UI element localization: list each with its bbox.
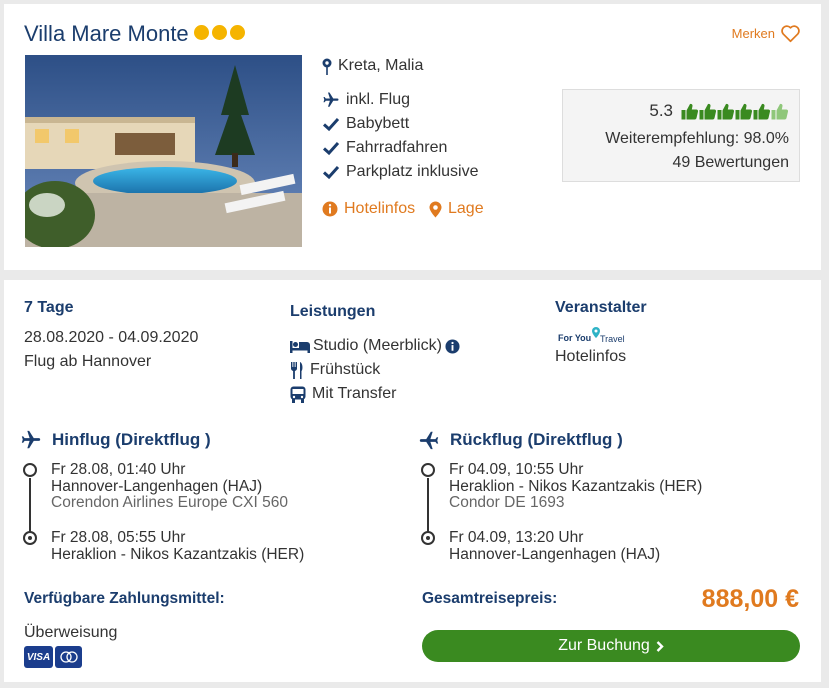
- service-label: Mit Transfer: [312, 385, 397, 402]
- inbound-airline: Condor DE 1693: [449, 494, 565, 511]
- heart-icon: [781, 25, 800, 43]
- inbound-departure: Fr 04.09, 10:55 Uhr Heraklion - Nikos Ka…: [449, 461, 703, 512]
- merken-button[interactable]: Merken: [732, 24, 801, 43]
- service-board: Frühstück: [290, 361, 380, 379]
- plane-icon: [419, 431, 439, 450]
- total-label: Gesamtreisepreis:: [422, 590, 558, 607]
- duration: 7 Tage: [24, 299, 74, 316]
- arrival-marker-icon: [421, 531, 435, 545]
- inbound-dep-airport: Heraklion - Nikos Kazantzakis (HER): [449, 477, 703, 495]
- feature-label: Parkplatz inklusive: [346, 163, 479, 180]
- thumbs-up-icon: [753, 103, 771, 120]
- chevron-right-icon: [656, 640, 664, 652]
- info-circle-icon[interactable]: [445, 338, 460, 354]
- thumbs-up-icon: [735, 103, 753, 120]
- rating-score-row: 5.3: [649, 101, 789, 121]
- outbound-timeline: [29, 478, 31, 532]
- inbound-title-label: Rückflug (Direktflug ): [450, 430, 623, 449]
- departure-marker-icon: [23, 463, 37, 477]
- outbound-arr-time: Fr 28.08, 05:55 Uhr: [51, 529, 186, 546]
- total-price: 888,00 €: [701, 585, 799, 613]
- feature-label: inkl. Flug: [346, 91, 411, 108]
- svg-text:For You: For You: [558, 333, 591, 343]
- visa-card-icon: VISA: [24, 646, 53, 668]
- operator-hotelinfos-link[interactable]: Hotelinfos: [555, 348, 626, 366]
- outbound-dep-airport: Hannover-Langenhagen (HAJ): [51, 477, 263, 495]
- hotel-card: Villa Mare Monte Merken Kreta, Malia ink…: [4, 4, 821, 270]
- payment-heading: Verfügbare Zahlungsmittel:: [24, 590, 225, 607]
- thumbs-up-icon: [681, 103, 699, 120]
- recommendation-rate: Weiterempfehlung: 98.0%: [605, 130, 789, 147]
- location-label: Kreta, Malia: [338, 57, 424, 74]
- outbound-title: Hinflug (Direktflug ): [20, 429, 211, 451]
- book-button-label: Zur Buchung: [558, 637, 650, 654]
- hotel-photo[interactable]: [25, 55, 302, 247]
- service-transfer: Mit Transfer: [290, 385, 396, 403]
- map-marker-icon: [429, 201, 442, 217]
- check-icon: [322, 117, 340, 132]
- rating-score: 5.3: [649, 101, 673, 120]
- hotelinfos-label: Hotelinfos: [344, 200, 416, 217]
- feature-label: Fahrradfahren: [346, 139, 448, 156]
- star-icon: [230, 25, 245, 40]
- feature-label: Babybett: [346, 115, 410, 132]
- hotelinfos-link[interactable]: Hotelinfos: [322, 200, 415, 218]
- inbound-arr-time: Fr 04.09, 13:20 Uhr: [449, 529, 584, 546]
- travel-dates: 28.08.2020 - 04.09.2020: [24, 329, 199, 346]
- inbound-title: Rückflug (Direktflug ): [418, 429, 623, 451]
- feature-babybett: Babybett: [322, 115, 409, 133]
- bed-icon: [290, 341, 310, 353]
- thumbs-up-icon: [699, 103, 717, 120]
- merken-label: Merken: [731, 26, 775, 41]
- thumbs-up-icon: [771, 103, 789, 120]
- service-label: Frühstück: [310, 361, 381, 378]
- hotel-stars: [194, 25, 245, 40]
- outbound-dep-time: Fr 28.08, 01:40 Uhr: [51, 461, 186, 478]
- service-label: Studio (Meerblick): [313, 337, 442, 354]
- review-count[interactable]: 49 Bewertungen: [672, 154, 789, 172]
- star-icon: [212, 25, 227, 40]
- departure-airport: Flug ab Hannover: [24, 353, 152, 370]
- feature-fahrradfahren: Fahrradfahren: [322, 139, 447, 157]
- operator-heading: Veranstalter: [555, 299, 647, 316]
- outbound-title-label: Hinflug (Direktflug ): [52, 430, 211, 449]
- outbound-arrival: Fr 28.08, 05:55 Uhr Heraklion - Nikos Ka…: [51, 529, 305, 563]
- lage-label: Lage: [448, 200, 484, 217]
- lage-link[interactable]: Lage: [429, 200, 484, 218]
- payment-cards: VISA: [24, 646, 82, 668]
- star-icon: [194, 25, 209, 40]
- cutlery-icon: [291, 361, 303, 379]
- hotel-location: Kreta, Malia: [322, 57, 423, 75]
- payment-method: Überweisung: [24, 624, 118, 641]
- outbound-departure: Fr 28.08, 01:40 Uhr Hannover-Langenhagen…: [51, 461, 288, 512]
- inbound-dep-time: Fr 04.09, 10:55 Uhr: [449, 461, 584, 478]
- feature-parkplatz: Parkplatz inklusive: [322, 163, 479, 181]
- info-circle-icon: [322, 201, 338, 217]
- arrival-marker-icon: [23, 531, 37, 545]
- bus-icon: [290, 386, 306, 403]
- check-icon: [322, 165, 340, 180]
- svg-text:Travel: Travel: [600, 334, 625, 344]
- inbound-timeline: [427, 478, 429, 532]
- check-icon: [322, 141, 340, 156]
- inbound-arr-airport: Hannover-Langenhagen (HAJ): [449, 545, 661, 563]
- offer-card: 7 Tage 28.08.2020 - 04.09.2020 Flug ab H…: [4, 280, 821, 682]
- rating-box[interactable]: 5.3 Weiterempfehlung: 98.0% 49 Bewertung…: [562, 89, 800, 182]
- outbound-airline: Corendon Airlines Europe CXI 560: [51, 494, 288, 511]
- outbound-arr-airport: Heraklion - Nikos Kazantzakis (HER): [51, 545, 305, 563]
- book-button[interactable]: Zur Buchung: [422, 630, 800, 662]
- plane-icon: [21, 430, 41, 449]
- mastercard-icon: [55, 646, 82, 668]
- map-pin-icon: [322, 58, 332, 75]
- service-room: Studio (Meerblick): [290, 337, 460, 355]
- services-heading: Leistungen: [290, 303, 376, 320]
- thumbs-rating: [681, 103, 789, 120]
- departure-marker-icon: [421, 463, 435, 477]
- thumbs-up-icon: [717, 103, 735, 120]
- inbound-arrival: Fr 04.09, 13:20 Uhr Hannover-Langenhagen…: [449, 529, 661, 563]
- plane-icon: [323, 92, 339, 107]
- feature-flight: inkl. Flug: [322, 91, 410, 109]
- hotel-name[interactable]: Villa Mare Monte: [24, 21, 189, 47]
